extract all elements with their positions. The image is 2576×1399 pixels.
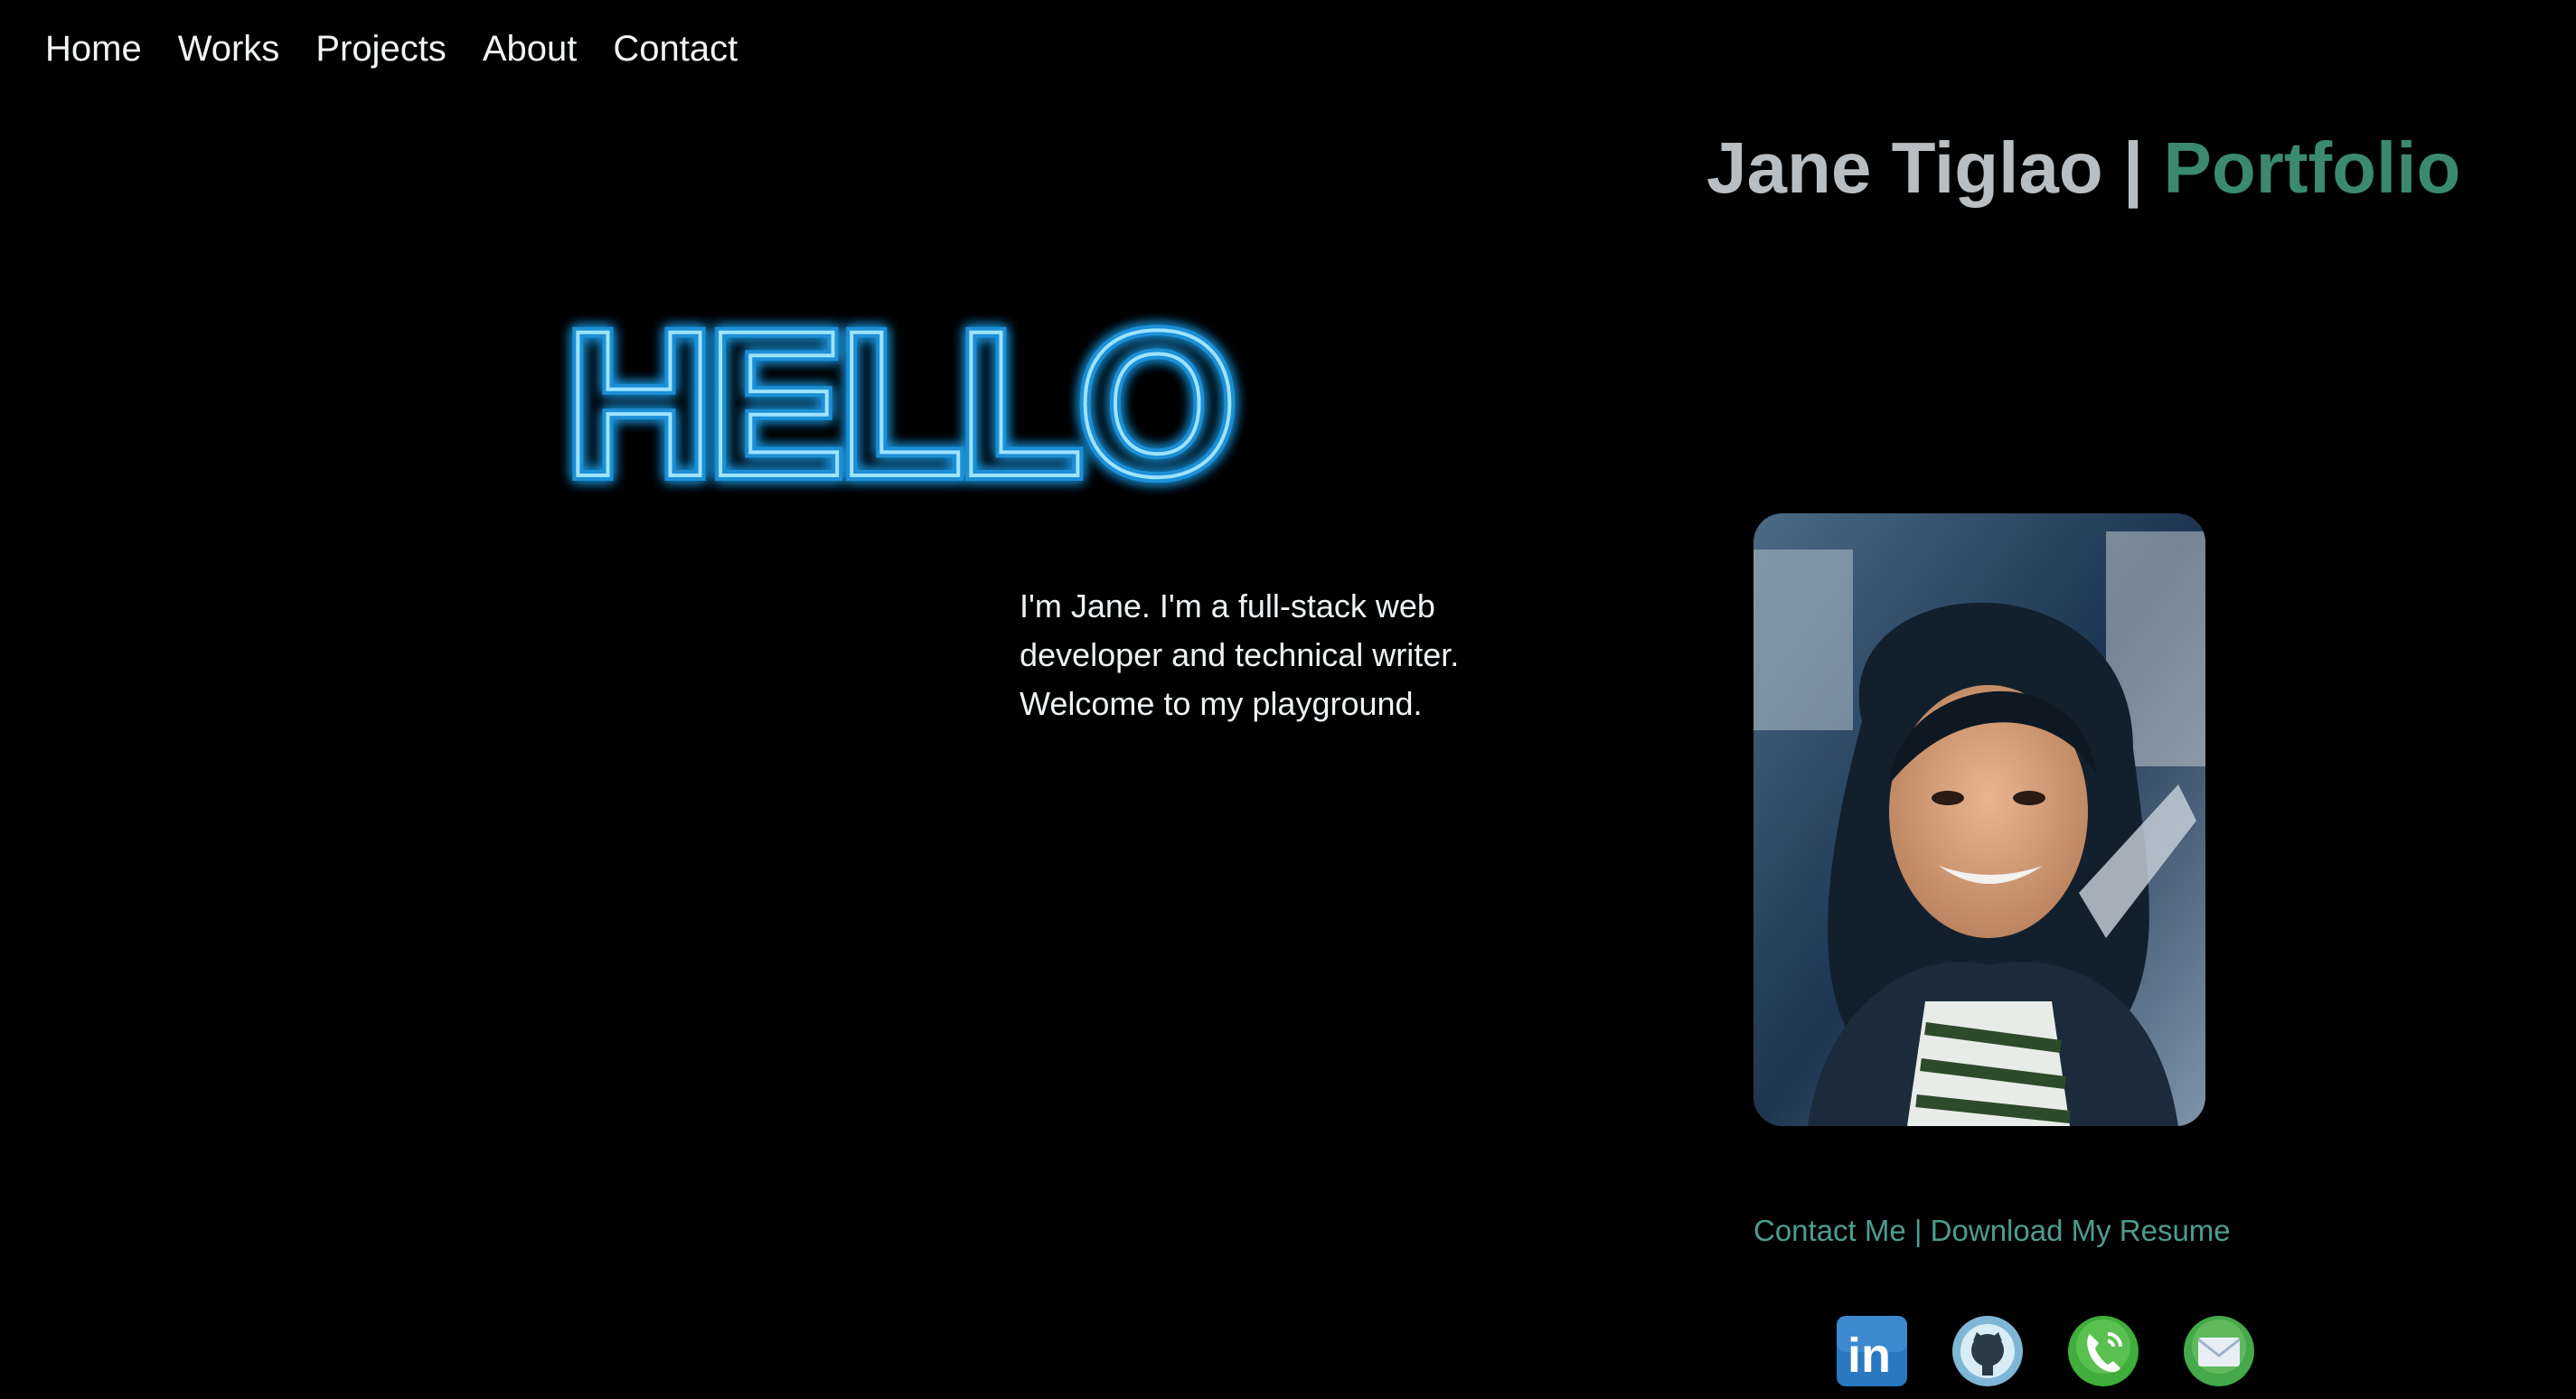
portfolio-page: Home Works Projects About Contact Jane T… — [0, 0, 2576, 1399]
download-resume-link[interactable]: Download My Resume — [1931, 1214, 2231, 1247]
nav-projects-link[interactable]: Projects — [315, 23, 447, 74]
linkedin-icon-label: in — [1847, 1329, 1891, 1383]
profile-photo-illustration — [1753, 513, 2205, 1126]
intro-text: I'm Jane. I'm a full-stack web developer… — [1020, 587, 1460, 722]
hello-core-text: HELLO — [564, 287, 1244, 520]
cta-links: Contact Me | Download My Resume — [1753, 1209, 2231, 1253]
github-icon[interactable] — [1951, 1314, 2025, 1388]
top-nav: Home Works Projects About Contact — [45, 23, 738, 74]
nav-works-link[interactable]: Works — [178, 23, 280, 74]
nav-contact-link[interactable]: Contact — [613, 23, 738, 74]
nav-home-link[interactable]: Home — [45, 23, 142, 74]
hello-neon-svg: HELLO HELLO — [559, 282, 1244, 525]
mail-icon[interactable] — [2182, 1314, 2256, 1388]
cta-separator: | — [1913, 1214, 1923, 1247]
hello-neon-heading: HELLO HELLO — [553, 282, 1258, 525]
linkedin-icon[interactable]: in — [1835, 1314, 1909, 1388]
phone-icon[interactable] — [2066, 1314, 2140, 1388]
nav-about-link[interactable]: About — [483, 23, 578, 74]
profile-photo — [1753, 513, 2205, 1126]
social-icons: in — [1835, 1314, 2256, 1388]
brand-name: Jane Tiglao — [1706, 127, 2103, 208]
brand-accent: Portfolio — [2163, 127, 2461, 208]
contact-me-link[interactable]: Contact Me — [1753, 1214, 1906, 1247]
brand-separator: | — [2122, 127, 2144, 208]
portfolio-title: Jane Tiglao | Portfolio — [1706, 125, 2460, 211]
